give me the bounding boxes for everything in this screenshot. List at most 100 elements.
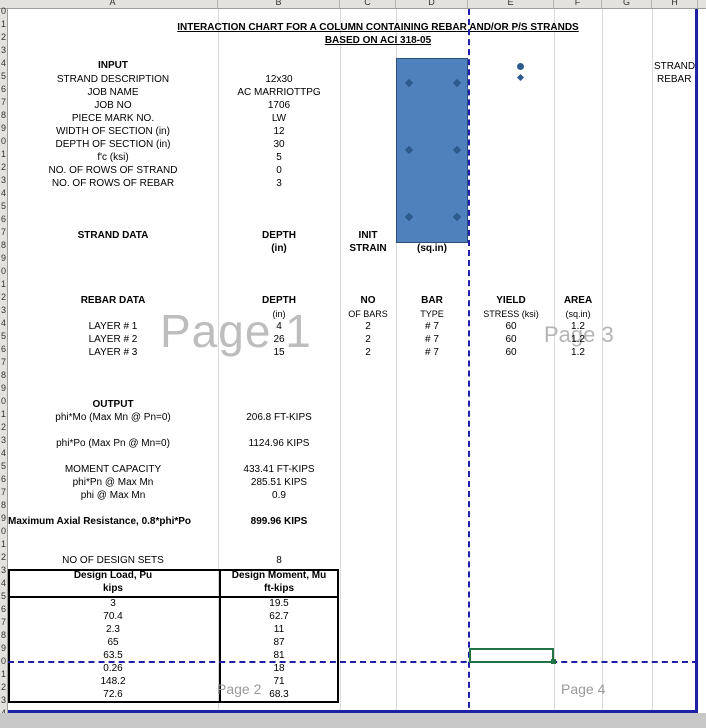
row-number[interactable]: 6	[0, 473, 6, 485]
row-number[interactable]: 9	[0, 642, 6, 654]
column-header-d[interactable]: D	[396, 0, 468, 8]
row-number[interactable]: 2	[0, 161, 6, 173]
row-number[interactable]: 9	[0, 122, 6, 134]
row-number[interactable]: 0	[0, 265, 6, 277]
row-number[interactable]: 0	[0, 135, 6, 147]
rebar-layer-yield[interactable]: 60	[468, 321, 554, 333]
input-value[interactable]: 1706	[218, 100, 340, 112]
input-value[interactable]: 5	[218, 152, 340, 164]
row-number[interactable]: 1	[0, 278, 6, 290]
row-number[interactable]: 3	[0, 44, 6, 56]
row-number[interactable]: 3	[0, 694, 6, 706]
row-number[interactable]: 8	[0, 629, 6, 641]
row-number[interactable]: 1	[0, 408, 6, 420]
row-number[interactable]: 3	[0, 174, 6, 186]
row-number[interactable]: 5	[0, 590, 6, 602]
row-number[interactable]: 7	[0, 616, 6, 628]
rebar-layer-yield[interactable]: 60	[468, 334, 554, 346]
rebar-layer-bars[interactable]: 2	[340, 334, 396, 346]
row-number[interactable]: 3	[0, 434, 6, 446]
row-number[interactable]: 4	[0, 57, 6, 69]
column-header-h[interactable]: H	[652, 0, 698, 8]
row-number[interactable]: 8	[0, 239, 6, 251]
column-header-e[interactable]: E	[468, 0, 554, 8]
input-value[interactable]: AC MARRIOTTPG	[218, 87, 340, 99]
row-number[interactable]: 9	[0, 512, 6, 524]
row-number[interactable]: 2	[0, 291, 6, 303]
spreadsheet-sheet[interactable]: A B C D E F G H 012345678901234567890123…	[0, 0, 706, 728]
row-number[interactable]: 4	[0, 447, 6, 459]
rebar-layer-depth[interactable]: 4	[218, 321, 340, 333]
rebar-layer-type[interactable]: # 7	[396, 321, 468, 333]
column-header-a[interactable]: A	[8, 0, 218, 8]
row-number[interactable]: 3	[0, 304, 6, 316]
design-pu[interactable]: 3	[8, 598, 218, 610]
input-value[interactable]: 0	[218, 165, 340, 177]
row-number[interactable]: 7	[0, 96, 6, 108]
row-number[interactable]: 2	[0, 421, 6, 433]
row-number[interactable]: 5	[0, 330, 6, 342]
row-number[interactable]: 5	[0, 70, 6, 82]
design-mu[interactable]: 87	[218, 637, 340, 649]
column-header-f[interactable]: F	[554, 0, 602, 8]
rebar-layer-bars[interactable]: 2	[340, 347, 396, 359]
row-number[interactable]: 6	[0, 213, 6, 225]
column-header-b[interactable]: B	[218, 0, 340, 8]
column-header-c[interactable]: C	[340, 0, 396, 8]
design-pu[interactable]: 65	[8, 637, 218, 649]
row-number[interactable]: 2	[0, 681, 6, 693]
rebar-layer-depth[interactable]: 26	[218, 334, 340, 346]
row-number[interactable]: 4	[0, 577, 6, 589]
row-number[interactable]: 9	[0, 252, 6, 264]
rebar-layer-bars[interactable]: 2	[340, 321, 396, 333]
row-number[interactable]: 4	[0, 317, 6, 329]
rebar-layer-type[interactable]: # 7	[396, 334, 468, 346]
design-pu[interactable]: 2.3	[8, 624, 218, 636]
input-value[interactable]: 12	[218, 126, 340, 138]
column-header-g[interactable]: G	[602, 0, 652, 8]
selected-cell[interactable]	[469, 648, 554, 663]
row-number[interactable]: 0	[0, 525, 6, 537]
row-number[interactable]: 0	[0, 655, 6, 667]
row-number[interactable]: 2	[0, 551, 6, 563]
row-number[interactable]: 8	[0, 369, 6, 381]
input-value[interactable]: 3	[218, 178, 340, 190]
row-number[interactable]: 9	[0, 382, 6, 394]
row-number[interactable]: 6	[0, 343, 6, 355]
design-pu[interactable]: 0.26	[8, 663, 218, 675]
row-number[interactable]: 7	[0, 356, 6, 368]
input-value[interactable]: LW	[218, 113, 340, 125]
row-number[interactable]: 1	[0, 538, 6, 550]
row-number[interactable]: 1	[0, 18, 6, 30]
rebar-layer-depth[interactable]: 15	[218, 347, 340, 359]
row-number[interactable]: 6	[0, 603, 6, 615]
row-number[interactable]: 3	[0, 564, 6, 576]
row-number[interactable]: 5	[0, 200, 6, 212]
design-mu[interactable]: 62.7	[218, 611, 340, 623]
row-number[interactable]: 6	[0, 83, 6, 95]
design-sets-value[interactable]: 8	[218, 555, 340, 567]
row-number[interactable]: 1	[0, 148, 6, 160]
row-number[interactable]: 7	[0, 226, 6, 238]
row-number[interactable]: 8	[0, 499, 6, 511]
row-number[interactable]: 0	[0, 395, 6, 407]
input-value[interactable]: 30	[218, 139, 340, 151]
rebar-layer-yield[interactable]: 60	[468, 347, 554, 359]
input-value[interactable]: 12x30	[218, 74, 340, 86]
design-mu[interactable]: 19.5	[218, 598, 340, 610]
row-number[interactable]: 4	[0, 187, 6, 199]
design-pu[interactable]: 70.4	[8, 611, 218, 623]
design-pu[interactable]: 72.6	[8, 689, 218, 701]
rebar-layer-area[interactable]: 1.2	[554, 321, 602, 333]
design-pu[interactable]: 148.2	[8, 676, 218, 688]
column-section-diagram[interactable]	[396, 58, 468, 243]
rebar-layer-area[interactable]: 1.2	[554, 347, 602, 359]
row-number[interactable]: 1	[0, 668, 6, 680]
row-number[interactable]: 0	[0, 5, 6, 17]
row-number[interactable]: 8	[0, 109, 6, 121]
rebar-layer-type[interactable]: # 7	[396, 347, 468, 359]
design-mu[interactable]: 18	[218, 663, 340, 675]
rebar-layer-area[interactable]: 1.2	[554, 334, 602, 346]
row-number[interactable]: 5	[0, 460, 6, 472]
fill-handle[interactable]	[551, 659, 556, 664]
